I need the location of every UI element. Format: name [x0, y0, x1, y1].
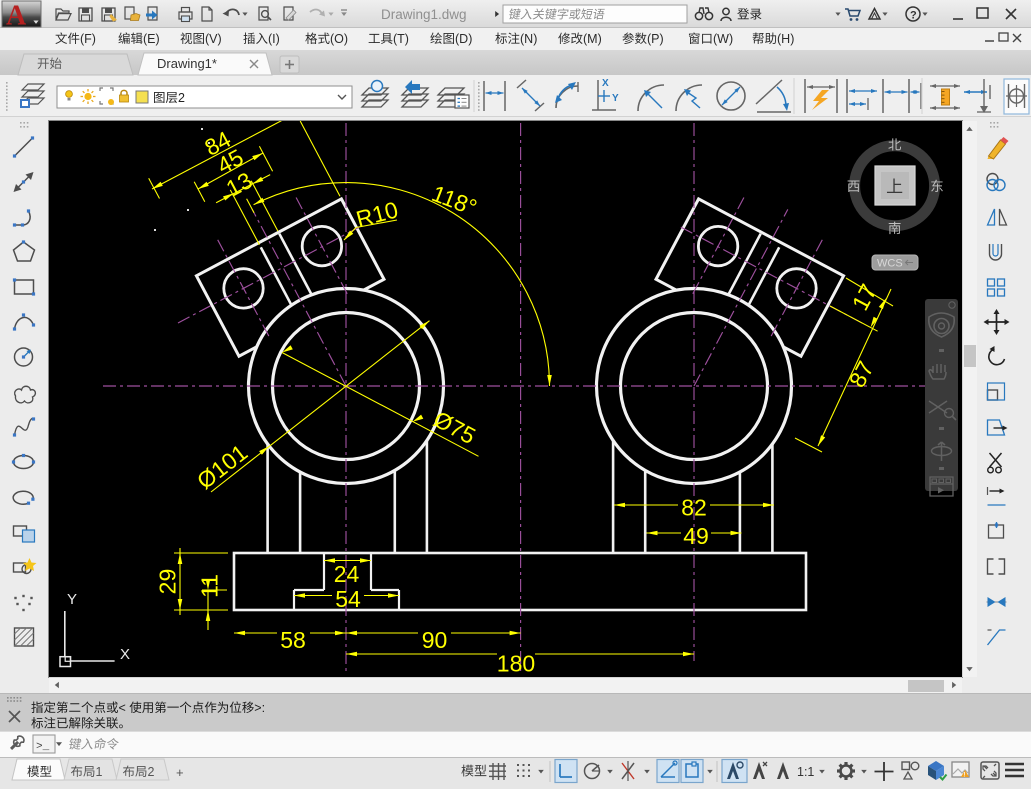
svg-text:(I): (I)	[268, 32, 280, 46]
svg-text:(D): (D)	[455, 32, 472, 46]
svg-text:2: 2	[148, 765, 155, 779]
svg-text:?: ?	[910, 10, 917, 22]
svg-text:>:: >:	[254, 701, 265, 715]
svg-text:(P): (P)	[647, 32, 664, 46]
svg-text:X: X	[602, 78, 609, 89]
svg-text:Y: Y	[612, 93, 619, 104]
svg-text:(O): (O)	[330, 32, 348, 46]
svg-text:2: 2	[178, 91, 185, 105]
svg-text:Drawing1.dwg: Drawing1.dwg	[381, 7, 467, 22]
svg-text:(N): (N)	[520, 32, 537, 46]
svg-text:(V): (V)	[205, 32, 222, 46]
svg-text:>_: >_	[36, 741, 50, 753]
svg-text:+: +	[176, 765, 184, 780]
svg-text:A: A	[6, 1, 27, 32]
svg-text:(T): (T)	[393, 32, 409, 46]
svg-text:!: !	[963, 773, 965, 779]
svg-text:Drawing1*: Drawing1*	[157, 56, 217, 71]
svg-text:(W): (W)	[713, 32, 733, 46]
svg-text:(F): (F)	[80, 32, 96, 46]
svg-text:(E): (E)	[143, 32, 160, 46]
svg-text:(M): (M)	[583, 32, 602, 46]
svg-text:1: 1	[96, 765, 103, 779]
svg-text:1:1: 1:1	[797, 765, 814, 779]
svg-text:<: <	[119, 701, 126, 715]
svg-text:(H): (H)	[777, 32, 794, 46]
